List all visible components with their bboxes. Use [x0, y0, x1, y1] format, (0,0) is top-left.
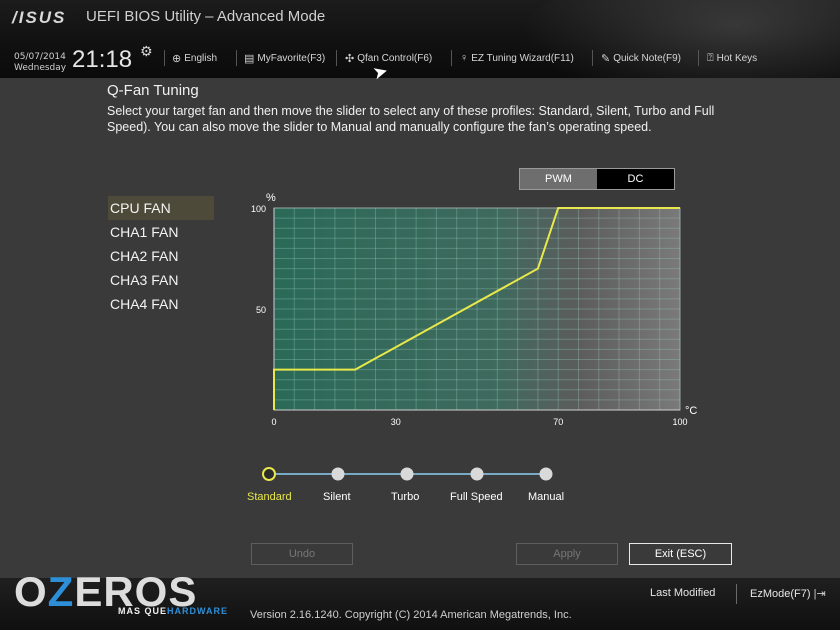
profile-slider-node[interactable]: [539, 467, 553, 481]
profile-label-silent[interactable]: Silent: [323, 491, 351, 503]
y-tick-label: 50: [256, 305, 266, 315]
ez-mode-button[interactable]: EzMode(F7) |⇥: [750, 587, 826, 600]
watermark-part: Z: [47, 568, 75, 615]
watermark-subtitle: MAS QUEHARDWARE: [118, 606, 228, 616]
watermark-sub-part: HARDWARE: [167, 606, 229, 616]
apply-button[interactable]: Apply: [516, 543, 618, 565]
watermark-part: O: [14, 568, 48, 615]
exit-button[interactable]: Exit (ESC): [629, 543, 732, 565]
ez-mode-label: EzMode(F7): [750, 588, 811, 600]
watermark-sub-part: MAS QUE: [118, 606, 168, 616]
profile-slider-node[interactable]: [331, 467, 345, 481]
last-modified-button[interactable]: Last Modified: [650, 587, 715, 599]
y-axis-label: %: [266, 192, 276, 204]
x-tick-label: 30: [391, 417, 401, 427]
undo-button[interactable]: Undo: [251, 543, 353, 565]
copyright-text: Version 2.16.1240. Copyright (C) 2014 Am…: [250, 609, 572, 621]
profile-label-manual[interactable]: Manual: [528, 491, 564, 503]
profile-slider-node[interactable]: [470, 467, 484, 481]
exit-arrow-icon: |⇥: [813, 588, 826, 600]
x-tick-label: 0: [271, 417, 276, 427]
profile-slider-node[interactable]: [400, 467, 414, 481]
fan-curve-chart[interactable]: 0 30 70 100 50 100 % °C: [0, 0, 840, 630]
x-tick-label: 100: [672, 417, 687, 427]
profile-label-full-speed[interactable]: Full Speed: [450, 491, 503, 503]
y-tick-label: 100: [251, 204, 266, 214]
profile-slider-node[interactable]: [262, 467, 276, 481]
x-axis-label: °C: [685, 405, 697, 417]
x-tick-label: 70: [553, 417, 563, 427]
profile-label-turbo[interactable]: Turbo: [391, 491, 419, 503]
footer-divider: [736, 584, 737, 604]
profile-label-standard[interactable]: Standard: [247, 491, 292, 503]
chart-plot-area: 0 30 70 100 50 100: [251, 204, 688, 427]
